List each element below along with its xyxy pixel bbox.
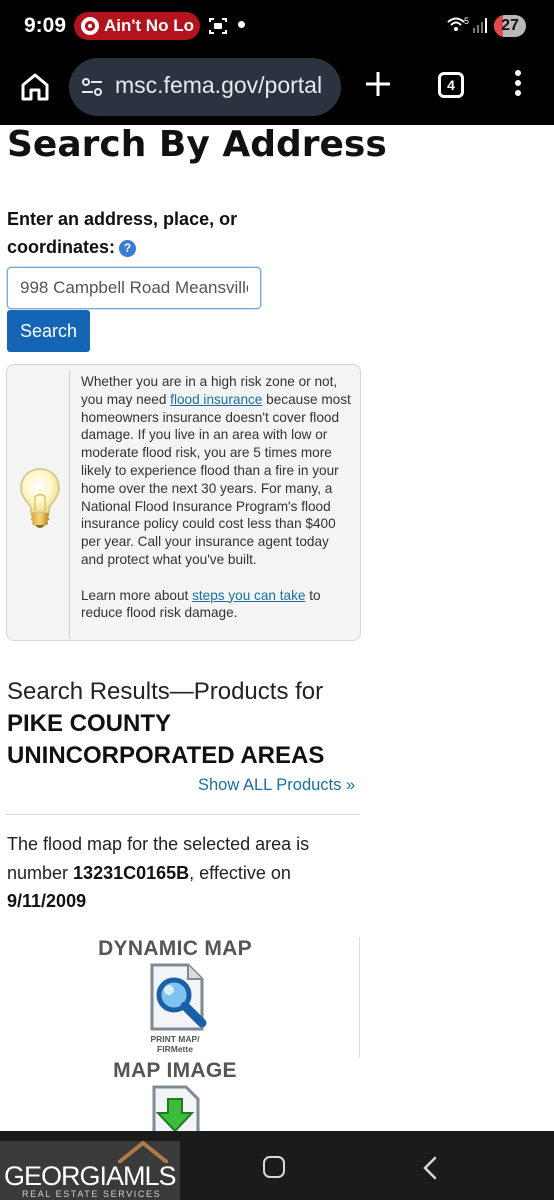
wifi-icon: 5 [447,16,469,31]
tab-switcher-button[interactable]: 4 [438,72,464,98]
media-app-icon [81,17,99,35]
browser-toolbar: msc.fema.gov/portal 4 [0,52,554,125]
nav-home-button[interactable] [263,1156,285,1178]
address-search-input[interactable] [7,267,261,309]
print-map-caption: PRINT MAP/ FIRMette [150,1034,200,1054]
page-title: Search By Address [7,124,387,165]
address-label: Enter an address, place, or coordinates:… [7,205,297,261]
logo-subtext: REAL ESTATE SERVICES [22,1189,162,1199]
wifi-band-label: 5 [464,16,469,26]
search-results-heading: Search Results—Products for PIKE COUNTY … [7,677,357,772]
flood-map-number: 13231C0165B [73,862,190,883]
notification-dot-icon [238,21,245,28]
status-time: 9:09 [24,14,67,37]
show-all-products-link[interactable]: Show ALL Products » [198,776,355,795]
system-nav-bar: GEORGIAMLS REAL ESTATE SERVICES [0,1131,554,1200]
more-menu-icon[interactable] [507,70,529,100]
media-playing-pill[interactable]: Ain't No Lo [74,12,200,40]
flood-map-summary: The flood map for the selected area is n… [7,834,310,911]
status-bar: 9:09 Ain't No Lo 5 27 [0,0,554,52]
georgia-mls-logo: GEORGIAMLS REAL ESTATE SERVICES [0,1141,180,1200]
download-arrow-icon[interactable] [150,1085,202,1135]
roof-icon [118,1141,168,1163]
url-text[interactable]: msc.fema.gov/portal [115,72,322,99]
battery-indicator: 27 [494,15,526,37]
help-icon[interactable]: ? [119,240,137,257]
products-divider [359,937,360,1058]
effective-date: 9/11/2009 [7,891,87,911]
nav-back-icon[interactable] [420,1155,440,1181]
flood-insurance-link[interactable]: flood insurance [170,392,262,407]
dynamic-map-label[interactable]: DYNAMIC MAP [40,937,310,961]
battery-level: 27 [501,17,519,34]
site-settings-icon[interactable] [81,77,103,97]
info-paragraph: Whether you are in a high risk zone or n… [81,374,351,567]
print-map-magnifier-icon[interactable] [144,963,210,1033]
map-products: DYNAMIC MAP PRINT MAP/ FIRMette MAP IMAG… [40,935,310,1135]
steps-you-can-take-link[interactable]: steps you can take [192,588,305,603]
info-divider [69,371,70,639]
county-name: PIKE COUNTY UNINCORPORATED AREAS [7,710,325,769]
flood-insurance-info-box: Whether you are in a high risk zone or n… [6,364,361,641]
signal-icon [473,18,487,33]
info-paragraph-learn-more: Learn more about steps you can take to r… [81,587,321,621]
new-tab-icon[interactable] [362,68,394,100]
info-text: Whether you are in a high risk zone or n… [81,373,351,622]
screenshot-icon [209,18,227,34]
results-divider [6,814,360,815]
map-image-label[interactable]: MAP IMAGE [40,1059,310,1083]
search-button[interactable]: Search [7,310,90,352]
home-icon[interactable] [18,70,52,104]
lightbulb-icon [20,468,60,528]
logo-text: GEORGIAMLS [4,1161,177,1191]
results-title: Search Results—Products for [7,678,324,705]
media-title: Ain't No Lo [104,16,194,35]
url-bar[interactable]: msc.fema.gov/portal [69,58,341,116]
